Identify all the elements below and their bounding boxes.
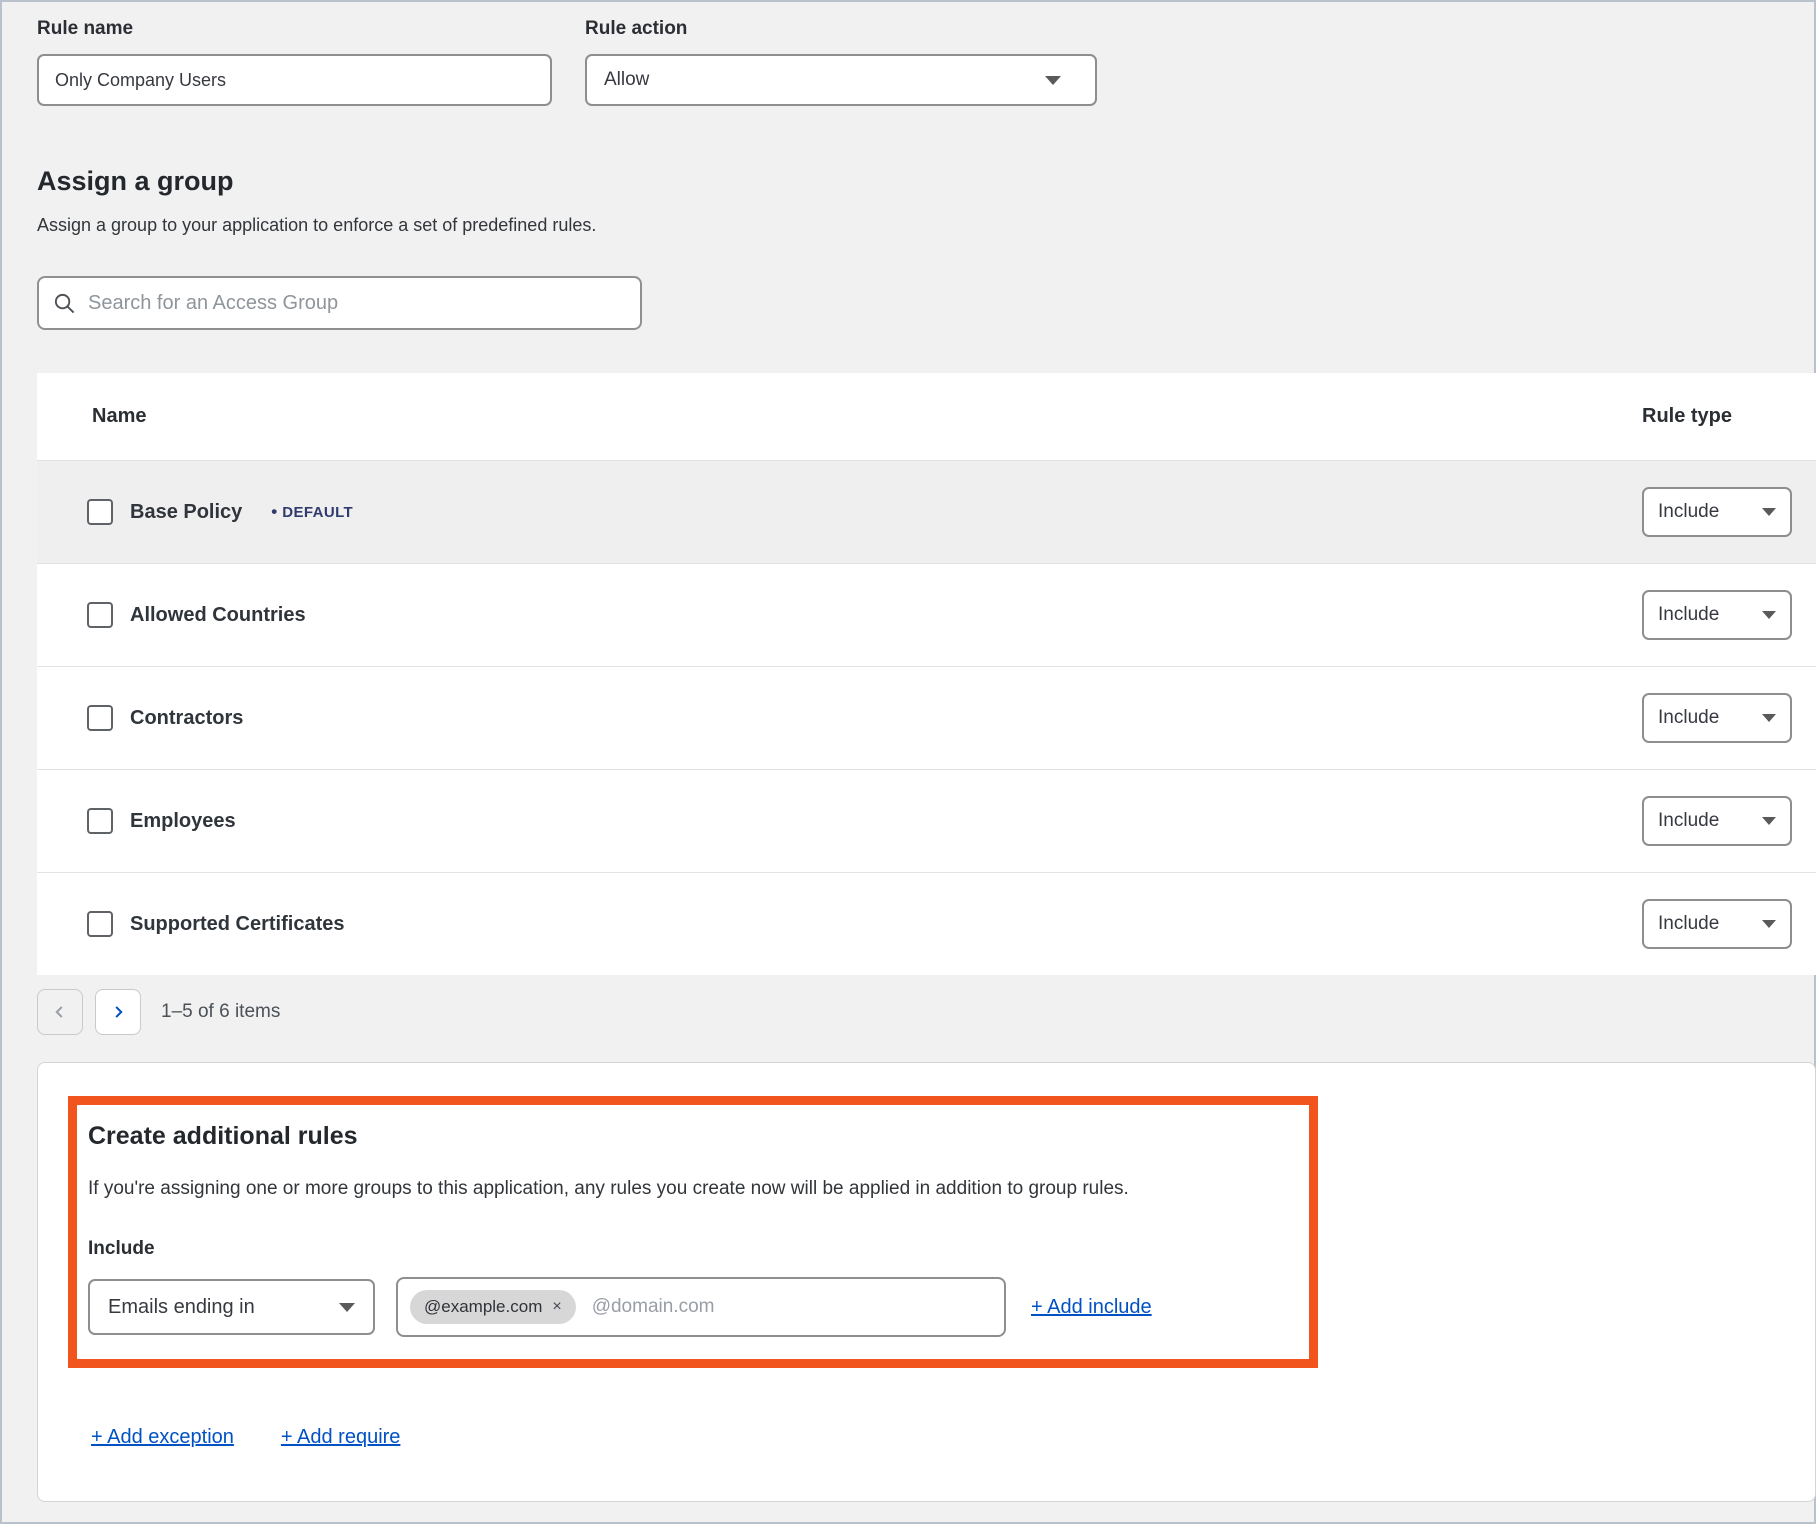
table-row: Employees Include [37,769,1816,872]
column-header-name: Name [92,405,146,428]
include-rule-row: Emails ending in @example.com × + Add in… [88,1277,1285,1337]
rule-type-value: Include [1658,707,1719,729]
include-label: Include [88,1238,1285,1260]
assign-group-description: Assign a group to your application to en… [37,215,1814,236]
rule-type-value: Include [1658,501,1719,523]
chevron-down-icon [1045,76,1061,85]
highlight-annotation-box: Create additional rules If you're assign… [68,1096,1318,1368]
rule-action-select[interactable]: Allow [585,54,1097,106]
rule-type-select[interactable]: Include [1642,899,1792,949]
email-domain-input[interactable] [592,1296,992,1318]
table-header: Name Rule type [37,373,1816,460]
rule-name-label: Rule name [37,18,552,40]
default-badge: • DEFAULT [271,502,353,522]
row-checkbox[interactable] [87,705,113,731]
rule-name-field-group: Rule name [37,18,552,106]
rule-form: Rule name Rule action Allow [37,18,1814,106]
additional-rules-card: Create additional rules If you're assign… [37,1062,1816,1502]
table-row: Supported Certificates Include [37,872,1816,975]
group-name: Employees [130,810,236,833]
pagination-range-text: 1–5 of 6 items [161,1001,280,1023]
rule-type-select[interactable]: Include [1642,590,1792,640]
rule-action-field-group: Rule action Allow [585,18,1097,106]
chevron-down-icon [1762,714,1776,722]
row-checkbox[interactable] [87,808,113,834]
additional-rules-title: Create additional rules [88,1122,1285,1151]
chevron-down-icon [1762,611,1776,619]
remove-tag-icon[interactable]: × [552,1298,561,1316]
table-row: Contractors Include [37,666,1816,769]
rule-type-select[interactable]: Include [1642,487,1792,537]
rule-type-value: Include [1658,810,1719,832]
chevron-down-icon [1762,817,1776,825]
next-page-button[interactable] [95,989,141,1035]
rule-action-label: Rule action [585,18,1097,40]
assign-group-title: Assign a group [37,166,1814,197]
chevron-down-icon [1762,920,1776,928]
rule-type-value: Include [1658,913,1719,935]
rule-type-select[interactable]: Include [1642,693,1792,743]
chevron-left-icon [49,1001,71,1023]
email-domain-tag: @example.com × [410,1290,576,1324]
badge-text: DEFAULT [282,504,353,521]
chevron-right-icon [107,1001,129,1023]
previous-page-button[interactable] [37,989,83,1035]
rule-action-value: Allow [604,69,649,91]
column-header-rule-type: Rule type [1642,405,1792,428]
chevron-down-icon [339,1303,355,1312]
rule-name-input[interactable] [37,54,552,106]
badge-dot: • [271,502,277,521]
group-name: Supported Certificates [130,913,344,936]
group-name: Contractors [130,707,243,730]
add-require-link[interactable]: + Add require [281,1426,401,1449]
group-name: Allowed Countries [130,604,306,627]
additional-rules-description: If you're assigning one or more groups t… [88,1178,1285,1200]
rule-type-value: Include [1658,604,1719,626]
table-row: Base Policy • DEFAULT Include [37,460,1816,563]
tag-text: @example.com [424,1297,542,1317]
row-checkbox[interactable] [87,911,113,937]
group-name: Base Policy [130,501,242,524]
row-checkbox[interactable] [87,499,113,525]
row-checkbox[interactable] [87,602,113,628]
pagination: 1–5 of 6 items [37,989,1814,1035]
rule-selector-value: Emails ending in [108,1296,255,1319]
chevron-down-icon [1762,508,1776,516]
add-exception-link[interactable]: + Add exception [91,1426,234,1449]
access-groups-table: Name Rule type Base Policy • DEFAULT Incl… [37,373,1816,975]
email-domain-tag-input[interactable]: @example.com × [396,1277,1006,1337]
access-group-search[interactable] [37,276,642,330]
add-include-link[interactable]: + Add include [1031,1296,1152,1319]
rule-selector-select[interactable]: Emails ending in [88,1279,375,1335]
rule-type-select[interactable]: Include [1642,796,1792,846]
search-icon [53,292,76,315]
search-input[interactable] [88,278,626,328]
table-row: Allowed Countries Include [37,563,1816,666]
rule-links: + Add exception + Add require [91,1426,1815,1449]
